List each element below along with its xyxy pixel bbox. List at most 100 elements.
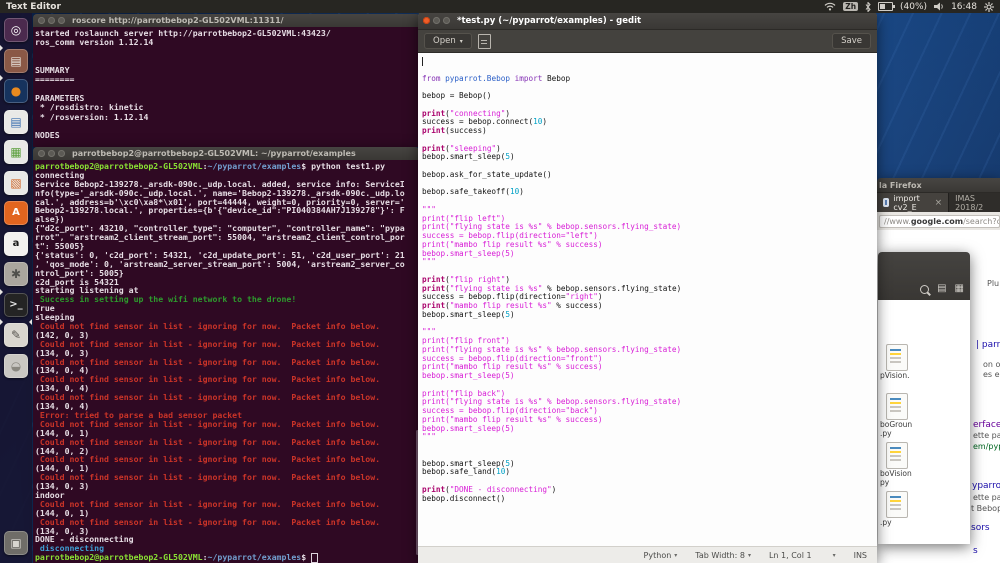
tab-import-cv2[interactable]: import cv2_E × (877, 193, 949, 212)
amazon-icon: a (13, 238, 20, 250)
volume-icon[interactable] (934, 2, 944, 11)
terminal-line: bebop.smart_sleep(5) (422, 250, 871, 259)
terminal1-titlebar[interactable]: roscore http://parrotbebop2-GL502VML:113… (33, 14, 420, 28)
terminal-line: bebop.safe_takeoff(10) (422, 188, 871, 197)
maximize-button[interactable] (58, 150, 65, 157)
terminal-line: Could not find sensor in list - ignoring… (35, 473, 419, 482)
close-button[interactable] (423, 17, 430, 24)
wifi-icon[interactable] (824, 2, 836, 11)
terminal-line: Success in setting up the wifi network t… (35, 295, 419, 304)
tab-imas[interactable]: IMAS 2018/2 (949, 193, 1000, 212)
terminal-line (35, 48, 420, 57)
terminal-line: """ (422, 258, 871, 267)
search-result-fragment: ette page (973, 431, 1000, 440)
terminal-line: Could not find sensor in list - ignoring… (35, 438, 419, 447)
file-item[interactable]: pVision. (880, 344, 950, 389)
language-selector[interactable]: Python▾ (644, 551, 678, 560)
launcher-item-files[interactable]: ▤ (4, 49, 28, 73)
terminal-line: Could not find sensor in list - ignoring… (35, 420, 419, 429)
terminal-line (35, 57, 420, 66)
open-button[interactable]: Open▾ (424, 33, 472, 49)
dash-home-icon: ◎ (11, 24, 21, 36)
terminal1-output[interactable]: started roslaunch server http://parrotbe… (33, 27, 420, 147)
launcher-item-terminal[interactable]: >_ (4, 293, 28, 317)
save-button[interactable]: Save (832, 33, 871, 49)
launcher-item-libreoffice-calc[interactable]: ▦ (4, 140, 28, 164)
launcher-item-disk[interactable]: ◒ (4, 354, 28, 378)
search-result-fragment: sors (971, 523, 990, 533)
terminal2-titlebar[interactable]: parrotbebop2@parrotbebop2-GL502VML: ~/py… (33, 147, 419, 161)
new-document-icon[interactable] (478, 34, 491, 49)
terminal-line: * /rosversion: 1.12.14 (35, 113, 420, 122)
terminal-line: SUMMARY (35, 66, 420, 75)
cursor-position: Ln 1, Col 1 (769, 551, 812, 560)
indicator-tray: Zh (40%) 16:48 (824, 2, 994, 12)
firefox-urlbar: //www.google.com/search?client= (877, 212, 1000, 232)
search-result-fragment: yparrot (972, 481, 1000, 491)
launcher-item-ubuntu-software[interactable]: A (4, 201, 28, 225)
insert-mode-indicator: INS (854, 551, 867, 560)
file-item[interactable]: boVisionpy (880, 442, 950, 487)
file-item[interactable]: .py (880, 491, 950, 536)
file-label: pVision. (880, 371, 950, 380)
tab-width-selector[interactable]: Tab Width: 8▾ (695, 551, 751, 560)
chevron-down-icon: ▾ (674, 552, 677, 559)
tab-label: IMAS 2018/2 (955, 194, 994, 212)
terminal-line: rrot", "arstream2_client_stream_port": 5… (35, 233, 419, 242)
session-gear-icon[interactable] (984, 2, 994, 12)
launcher-item-text-editor-gedit[interactable]: ✎ (4, 323, 28, 347)
terminal-line: Could not find sensor in list - ignoring… (35, 375, 419, 384)
launcher-item-trash[interactable]: ▣ (4, 531, 28, 555)
file-list[interactable]: pVision. boGroun.pyboVisionpy .py (878, 300, 970, 544)
chevron-down-icon[interactable]: ▾ (833, 552, 836, 559)
search-icon[interactable] (920, 285, 929, 294)
file-label: .py (880, 518, 950, 527)
gedit-statusbar: Python▾ Tab Width: 8▾ Ln 1, Col 1 ▾ INS (418, 546, 877, 563)
trash-icon: ▣ (10, 537, 21, 549)
file-item[interactable]: boGroun.py (880, 393, 950, 438)
file-label: boVision (880, 469, 950, 478)
window-title: roscore http://parrotbebop2-GL502VML:113… (72, 16, 284, 25)
maximize-button[interactable] (443, 17, 450, 24)
minimize-button[interactable] (433, 17, 440, 24)
launcher-item-libreoffice-impress[interactable]: ▧ (4, 171, 28, 195)
keyboard-layout-indicator[interactable]: Zh (843, 2, 858, 11)
grid-view-icon[interactable]: ▦ (955, 284, 964, 294)
libreoffice-writer-icon: ▤ (10, 116, 21, 128)
tab-close-icon[interactable]: × (935, 198, 943, 208)
tab-label: import cv2_E (893, 194, 930, 212)
top-panel: Text Editor Zh (40%) 16:48 (0, 0, 1000, 13)
list-view-icon[interactable]: ▤ (937, 284, 946, 294)
terminal-line (422, 442, 871, 451)
maximize-button[interactable] (58, 17, 65, 24)
close-button[interactable] (38, 17, 45, 24)
terminal-icon: >_ (9, 299, 22, 311)
focused-indicator-arrow (29, 319, 32, 325)
minimize-button[interactable] (48, 17, 55, 24)
clock[interactable]: 16:48 (951, 2, 977, 12)
launcher-item-firefox[interactable]: ● (4, 79, 28, 103)
code-editor[interactable]: from pyparrot.Bebop import Bebop bebop =… (418, 53, 871, 547)
battery-icon[interactable] (878, 2, 893, 11)
gedit-titlebar[interactable]: *test.py (~/pyparrot/examples) - gedit (418, 12, 877, 30)
bluetooth-icon[interactable] (865, 2, 871, 12)
launcher-item-system-settings[interactable]: ✱ (4, 262, 28, 286)
running-indicator-arrow (0, 45, 3, 51)
terminal-line: Could not find sensor in list - ignoring… (35, 518, 419, 527)
terminal-line: Could not find sensor in list - ignoring… (35, 358, 419, 367)
terminal2-output[interactable]: parrotbebop2@parrotbebop2-GL502VML:~/pyp… (33, 160, 419, 563)
url-input[interactable]: //www.google.com/search?client= (879, 215, 1000, 228)
launcher-item-amazon[interactable]: a (4, 232, 28, 256)
launcher-item-dash-home[interactable]: ◎ (4, 18, 28, 42)
terminal-line: print(success) (422, 127, 871, 136)
terminal-line: Could not find sensor in list - ignoring… (35, 500, 419, 509)
running-indicator-arrow (0, 75, 3, 81)
terminal-window-roscore: roscore http://parrotbebop2-GL502VML:113… (33, 14, 420, 147)
launcher-item-libreoffice-writer[interactable]: ▤ (4, 110, 28, 134)
minimize-button[interactable] (48, 150, 55, 157)
text-editor-gedit-icon: ✎ (11, 329, 21, 341)
firefox-titlebar[interactable]: la Firefox (877, 178, 1000, 193)
close-button[interactable] (38, 150, 45, 157)
terminal-line (422, 57, 871, 66)
system-settings-icon: ✱ (11, 268, 21, 280)
